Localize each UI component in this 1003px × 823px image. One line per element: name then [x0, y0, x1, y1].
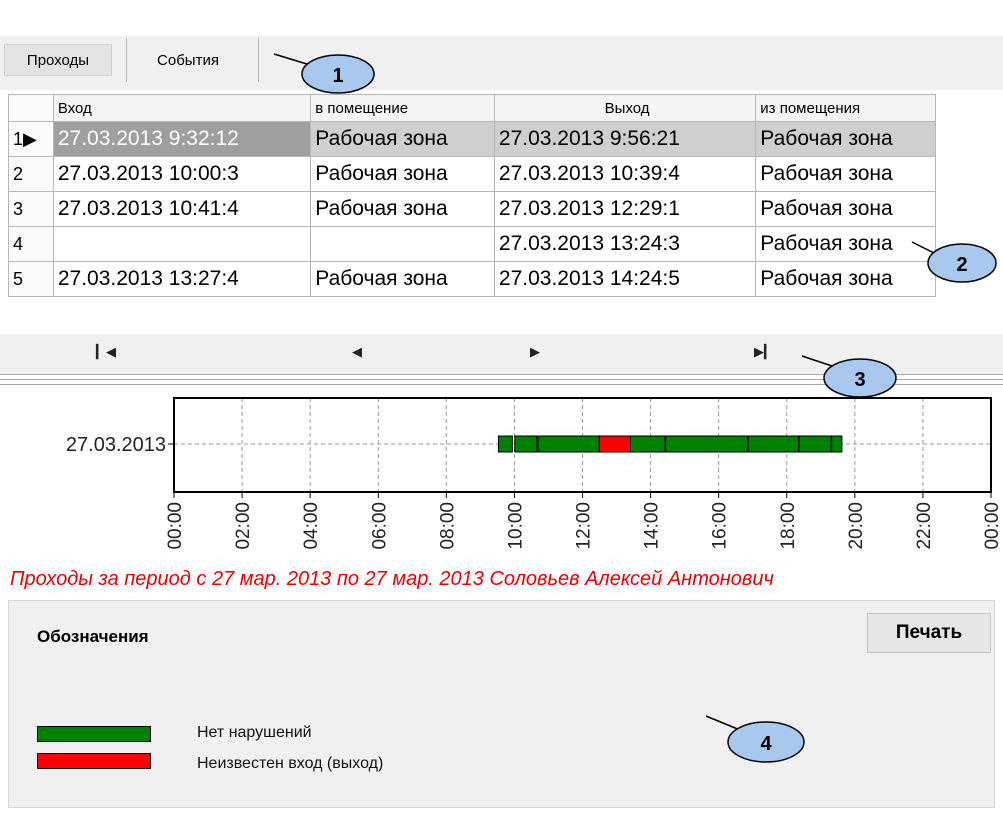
first-record-icon[interactable]: ▎◀ [96, 344, 116, 360]
column-header-entry-zone[interactable]: в помещение [310, 94, 495, 122]
cell-entry[interactable]: 27.03.2013 10:00:3 [52, 156, 312, 192]
cell-exit-zone[interactable]: Рабочая зона [755, 191, 936, 227]
y-category-label: 27.03.2013 [66, 434, 166, 456]
cell-exit[interactable]: 27.03.2013 14:24:5 [493, 261, 757, 297]
print-button[interactable]: Печать [867, 613, 991, 653]
x-tick-label: 00:00 [165, 502, 186, 550]
table-row[interactable]: 5 27.03.2013 13:27:4 Рабочая зона 27.03.… [8, 261, 936, 297]
callout-number: 1 [332, 65, 343, 87]
callout-1: 1 [273, 53, 375, 94]
timeline-segment-ok [831, 435, 843, 453]
passes-table: Вход в помещение Выход из помещения 1▶ 2… [8, 94, 936, 297]
cell-entry[interactable]: 27.03.2013 13:27:4 [52, 261, 312, 297]
x-tick-label: 20:00 [846, 502, 867, 550]
timeline-segment-ok [798, 435, 832, 453]
cell-exit[interactable]: 27.03.2013 12:29:1 [493, 191, 757, 227]
prev-record-icon[interactable]: ◀ [352, 344, 362, 360]
timeline-segment-ok [629, 435, 666, 453]
timeline-segment-ok [537, 435, 600, 453]
cell-exit-zone[interactable]: Рабочая зона [755, 261, 936, 297]
cell-entry[interactable]: 27.03.2013 10:41:4 [52, 191, 312, 227]
x-tick-label: 06:00 [369, 502, 390, 550]
tab-events[interactable]: События [134, 44, 242, 76]
timeline-chart: 27.03.2013 00:00 02:00 04:00 06:00 08:00 10:00… [66, 397, 1003, 550]
tab-passes[interactable]: Проходы [4, 44, 112, 76]
cell-exit-zone[interactable]: Рабочая зона [755, 121, 936, 157]
timeline-segment-unknown [598, 435, 631, 453]
x-tick-label: 10:00 [505, 502, 526, 550]
column-header-exit-zone[interactable]: из помещения [755, 94, 936, 122]
callout-3: 3 [801, 355, 897, 398]
cell-exit-zone[interactable]: Рабочая зона [755, 156, 936, 192]
cell-entry-zone[interactable]: Рабочая зона [310, 191, 495, 227]
callout-number: 2 [956, 254, 967, 276]
table-row[interactable]: 4 27.03.2013 13:24:3 Рабочая зона [8, 226, 936, 262]
row-number: 3 [8, 191, 54, 227]
cell-exit-zone[interactable]: Рабочая зона [755, 226, 936, 262]
row-indicator-header [8, 94, 54, 122]
callout-4: 4 [705, 715, 805, 763]
legend-swatch-ok [37, 726, 151, 742]
row-number: 5 [8, 261, 54, 297]
row-number: 2 [8, 156, 54, 192]
cell-entry-zone[interactable]: Рабочая зона [310, 121, 495, 157]
legend-swatch-unknown [37, 753, 151, 769]
tab-toolbar: Проходы События [0, 0, 1003, 90]
timeline-segment-ok [665, 435, 749, 453]
x-tick-label: 04:00 [301, 502, 322, 550]
next-record-icon[interactable]: ▶ [530, 344, 540, 360]
cell-entry[interactable]: 27.03.2013 9:32:12 [52, 121, 312, 157]
table-row[interactable]: 3 27.03.2013 10:41:4 Рабочая зона 27.03.… [8, 191, 936, 227]
legend-label-unknown: Неизвестен вход (выход) [197, 755, 384, 772]
callout-number: 4 [760, 733, 772, 755]
period-caption: Проходы за период с 27 мар. 2013 по 27 м… [10, 568, 774, 590]
table-row[interactable]: 1▶ 27.03.2013 9:32:12 Рабочая зона 27.03… [8, 121, 936, 157]
cell-exit[interactable]: 27.03.2013 10:39:4 [493, 156, 757, 192]
legend-title: Обозначения [37, 627, 149, 646]
timeline-segment-ok [497, 435, 513, 453]
cell-exit[interactable]: 27.03.2013 13:24:3 [493, 226, 757, 262]
x-tick-label: 12:00 [574, 502, 595, 550]
last-record-icon[interactable]: ▶▎ [754, 344, 774, 360]
x-tick-label: 16:00 [710, 502, 731, 550]
x-tick-label: 00:00 [982, 502, 1003, 550]
x-tick-label: 08:00 [437, 502, 458, 550]
x-tick-label: 22:00 [914, 502, 935, 550]
table-row[interactable]: 2 27.03.2013 10:00:3 Рабочая зона 27.03.… [8, 156, 936, 192]
cell-entry-zone[interactable]: Рабочая зона [310, 261, 495, 297]
cell-entry[interactable] [52, 226, 312, 262]
cell-exit[interactable]: 27.03.2013 9:56:21 [493, 121, 757, 157]
row-number: 1▶ [8, 121, 54, 157]
cell-entry-zone[interactable]: Рабочая зона [310, 156, 495, 192]
row-number: 4 [8, 226, 54, 262]
legend-panel: Обозначения Печать Нет нарушений Неизвес… [8, 600, 995, 808]
timeline-segment-ok [747, 435, 800, 453]
current-row-icon: ▶ [23, 128, 37, 149]
x-tick-label: 02:00 [233, 502, 254, 550]
x-tick-label: 18:00 [778, 502, 799, 550]
cell-entry-zone[interactable] [310, 226, 495, 262]
tab-divider [126, 38, 127, 82]
tab-divider [258, 38, 259, 82]
table-header-row: Вход в помещение Выход из помещения [8, 94, 936, 122]
callout-2: 2 [911, 241, 997, 283]
legend-label-ok: Нет нарушений [197, 724, 312, 741]
column-header-exit[interactable]: Выход [493, 94, 757, 122]
callout-number: 3 [854, 369, 865, 391]
timeline-segment-ok [514, 435, 538, 453]
column-header-entry[interactable]: Вход [52, 94, 312, 122]
x-tick-label: 14:00 [642, 502, 663, 550]
